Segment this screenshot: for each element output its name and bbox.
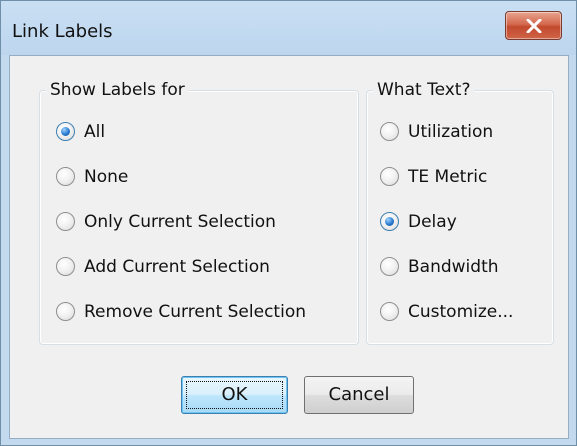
radio-label: Remove Current Selection: [84, 302, 306, 322]
title-bar[interactable]: Link Labels: [1, 1, 576, 55]
radio-label: TE Metric: [408, 167, 488, 187]
radio-show-all[interactable]: All: [56, 121, 256, 143]
radio-text-utilization[interactable]: Utilization: [380, 121, 540, 143]
radio-button[interactable]: [380, 167, 399, 186]
radio-label: Customize...: [408, 302, 514, 322]
radio-label: Delay: [408, 212, 457, 232]
what-text-legend: What Text?: [373, 80, 475, 100]
what-text-group: What Text? Utilization TE Metric Delay B…: [366, 80, 554, 345]
radio-label: None: [84, 167, 129, 187]
radio-show-only-current-selection[interactable]: Only Current Selection: [56, 211, 346, 233]
radio-label: Add Current Selection: [84, 257, 270, 277]
dialog-title: Link Labels: [12, 21, 113, 42]
radio-text-te-metric[interactable]: TE Metric: [380, 166, 540, 188]
radio-button[interactable]: [56, 302, 75, 321]
radio-button[interactable]: [56, 122, 75, 141]
radio-show-remove-current-selection[interactable]: Remove Current Selection: [56, 301, 354, 323]
radio-show-none[interactable]: None: [56, 166, 256, 188]
close-button[interactable]: [505, 11, 562, 40]
radio-label: All: [84, 122, 106, 142]
radio-button[interactable]: [380, 122, 399, 141]
radio-label: Only Current Selection: [84, 212, 276, 232]
close-x-icon: [526, 19, 542, 33]
radio-button[interactable]: [56, 212, 75, 231]
radio-button[interactable]: [380, 302, 399, 321]
radio-label: Utilization: [408, 122, 494, 142]
dialog-body: Show Labels for All None Only Current Se…: [9, 55, 569, 439]
radio-button[interactable]: [380, 257, 399, 276]
radio-text-customize[interactable]: Customize...: [380, 301, 548, 323]
radio-button[interactable]: [56, 257, 75, 276]
cancel-button-label: Cancel: [328, 384, 390, 405]
show-labels-group: Show Labels for All None Only Current Se…: [39, 80, 359, 345]
radio-button[interactable]: [380, 212, 399, 231]
ok-button[interactable]: OK: [181, 376, 288, 414]
radio-text-delay[interactable]: Delay: [380, 211, 540, 233]
show-labels-legend: Show Labels for: [46, 80, 189, 100]
radio-text-bandwidth[interactable]: Bandwidth: [380, 256, 540, 278]
link-labels-dialog: Link Labels Show Labels for All None Onl…: [0, 0, 577, 446]
ok-button-label: OK: [221, 384, 248, 405]
radio-show-add-current-selection[interactable]: Add Current Selection: [56, 256, 346, 278]
radio-button[interactable]: [56, 167, 75, 186]
cancel-button[interactable]: Cancel: [304, 376, 414, 414]
radio-label: Bandwidth: [408, 257, 499, 277]
